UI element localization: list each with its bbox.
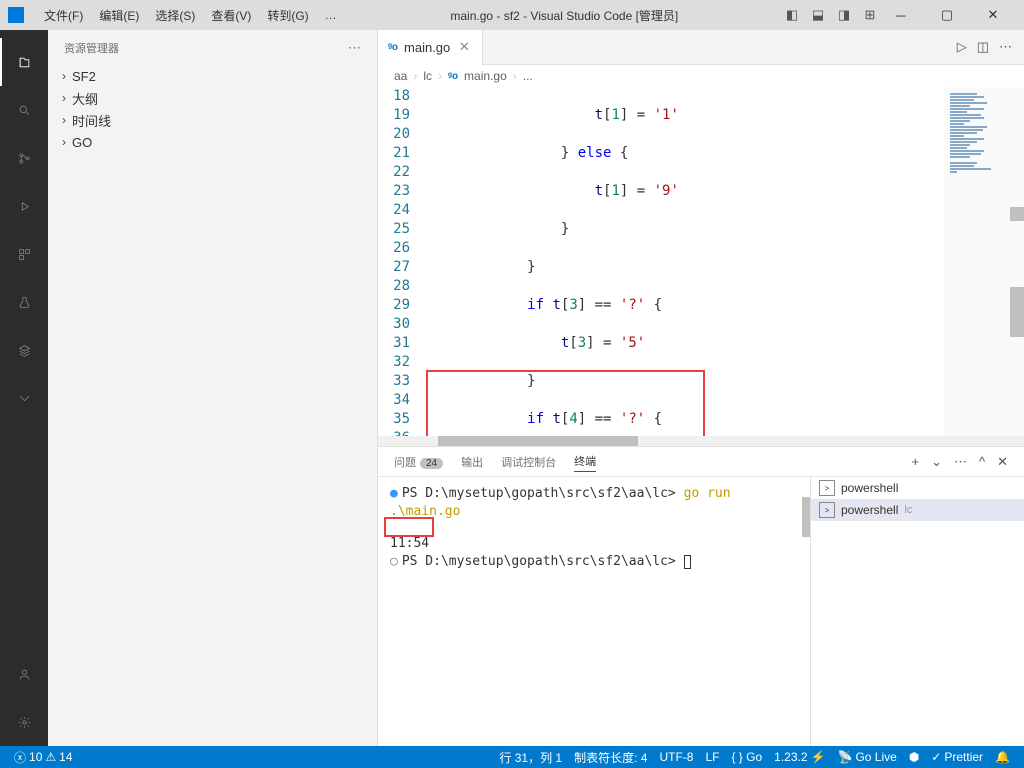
- sidebar-more-icon[interactable]: ⋯: [348, 40, 361, 56]
- code-editor[interactable]: 18192021222324252627282930313233343536 t…: [378, 87, 1024, 436]
- layout-toggle-left-icon[interactable]: ◧: [784, 7, 800, 23]
- status-eol[interactable]: LF: [699, 746, 725, 768]
- tab-main-go[interactable]: ᵍo main.go ✕: [378, 30, 483, 65]
- status-errors[interactable]: ⓧ10 ⚠14: [8, 746, 79, 768]
- terminal-list: >powershell >powershell lc: [810, 477, 1024, 746]
- window-maximize-button[interactable]: ▢: [924, 0, 970, 30]
- activity-scm-icon[interactable]: [0, 134, 48, 182]
- menu-view[interactable]: 查看(V): [203, 3, 259, 28]
- sidebar-timeline[interactable]: ›时间线: [48, 109, 377, 131]
- activity-item7-icon[interactable]: [0, 374, 48, 422]
- chevron-right-icon: ›: [56, 69, 72, 83]
- status-prettier[interactable]: ✓Prettier: [925, 746, 989, 768]
- panel-maximize-icon[interactable]: ^: [979, 454, 985, 470]
- panel-close-icon[interactable]: ✕: [997, 454, 1008, 470]
- sidebar-outline[interactable]: ›大纲: [48, 87, 377, 109]
- activity-bar: [0, 30, 48, 746]
- sidebar-go[interactable]: ›GO: [48, 131, 377, 153]
- bell-icon: 🔔: [995, 750, 1010, 764]
- breadcrumb[interactable]: aa› lc› ᵍomain.go› ...: [378, 65, 1024, 87]
- layout-toggle-right-icon[interactable]: ◨: [836, 7, 852, 23]
- terminal-scrollbar[interactable]: [802, 497, 810, 537]
- panel-tab-debug[interactable]: 调试控制台: [501, 452, 556, 472]
- layout-toggle-bottom-icon[interactable]: ⬓: [810, 7, 826, 23]
- activity-settings-icon[interactable]: [0, 698, 48, 746]
- activity-account-icon[interactable]: [0, 650, 48, 698]
- editor-more-icon[interactable]: ⋯: [999, 39, 1012, 55]
- powershell-icon: >: [819, 480, 835, 496]
- window-close-button[interactable]: ✕: [970, 0, 1016, 30]
- activity-test-icon[interactable]: [0, 278, 48, 326]
- layout-customize-icon[interactable]: ⊞: [862, 7, 878, 23]
- status-bar: ⓧ10 ⚠14 行 31，列 1 制表符长度: 4 UTF-8 LF { } G…: [0, 746, 1024, 768]
- activity-search-icon[interactable]: [0, 86, 48, 134]
- activity-item6-icon[interactable]: [0, 326, 48, 374]
- broadcast-icon: 📡: [838, 750, 853, 764]
- error-icon: ⓧ: [14, 749, 26, 766]
- panel-tab-output[interactable]: 输出: [461, 452, 483, 472]
- line-gutter: 18192021222324252627282930313233343536: [378, 87, 426, 436]
- tab-close-button[interactable]: ✕: [456, 39, 472, 55]
- chevron-right-icon: ›: [56, 113, 72, 127]
- sidebar-folder-sf2[interactable]: ›SF2: [48, 65, 377, 87]
- menu-file[interactable]: 文件(F): [36, 3, 91, 28]
- vscode-logo-icon: [8, 7, 24, 23]
- warning-icon: ⚠: [45, 750, 56, 764]
- terminal[interactable]: ●PS D:\mysetup\gopath\src\sf2\aa\lc> go …: [378, 477, 810, 746]
- activity-explorer-icon[interactable]: [0, 38, 48, 86]
- menu-goto[interactable]: 转到(G): [259, 3, 316, 28]
- window-minimize-button[interactable]: ─: [878, 0, 924, 30]
- activity-extensions-icon[interactable]: [0, 230, 48, 278]
- horizontal-scrollbar[interactable]: [378, 436, 1024, 446]
- chevron-right-icon: ›: [56, 91, 72, 105]
- status-encoding[interactable]: UTF-8: [653, 746, 699, 768]
- terminal-cursor: [684, 555, 691, 569]
- status-ext1[interactable]: ⬢: [903, 746, 925, 768]
- status-indent[interactable]: 制表符长度: 4: [568, 746, 653, 768]
- status-lang[interactable]: { } Go: [725, 746, 768, 768]
- sidebar: 资源管理器 ⋯ ›SF2 ›大纲 ›时间线 ›GO: [48, 30, 378, 746]
- status-gover[interactable]: 1.23.2 ⚡: [768, 746, 831, 768]
- go-file-icon: ᵍo: [388, 42, 398, 53]
- lightning-icon: ⚡: [811, 750, 826, 764]
- status-bell[interactable]: 🔔: [989, 746, 1016, 768]
- bullet-icon: ●: [390, 486, 398, 501]
- status-cursor-pos[interactable]: 行 31，列 1: [493, 746, 568, 768]
- terminal-list-item[interactable]: >powershell: [811, 477, 1024, 499]
- go-file-icon: ᵍo: [448, 71, 458, 82]
- terminal-new-dropdown-icon[interactable]: ⌄: [931, 454, 942, 470]
- check-icon: ✓: [931, 750, 941, 764]
- terminal-new-icon[interactable]: +: [911, 454, 919, 470]
- powershell-icon: >: [819, 502, 835, 518]
- panel-more-icon[interactable]: ⋯: [954, 454, 967, 470]
- status-golive[interactable]: 📡Go Live: [832, 746, 903, 768]
- split-editor-icon[interactable]: ◫: [977, 39, 989, 55]
- chevron-right-icon: ›: [56, 135, 72, 149]
- menu-more[interactable]: …: [317, 4, 345, 26]
- cube-icon: ⬢: [909, 750, 919, 764]
- activity-debug-icon[interactable]: [0, 182, 48, 230]
- panel-tab-terminal[interactable]: 终端: [574, 451, 596, 472]
- menu-edit[interactable]: 编辑(E): [91, 3, 147, 28]
- sidebar-title: 资源管理器: [64, 40, 119, 56]
- overview-ruler[interactable]: [1010, 87, 1024, 436]
- window-title: main.go - sf2 - Visual Studio Code [管理员]: [345, 7, 784, 24]
- run-icon[interactable]: ▷: [957, 39, 967, 55]
- terminal-list-item[interactable]: >powershell lc: [811, 499, 1024, 521]
- menu-select[interactable]: 选择(S): [147, 3, 203, 28]
- panel-tab-problems[interactable]: 问题24: [394, 452, 443, 472]
- bullet-outline-icon: ○: [390, 554, 398, 569]
